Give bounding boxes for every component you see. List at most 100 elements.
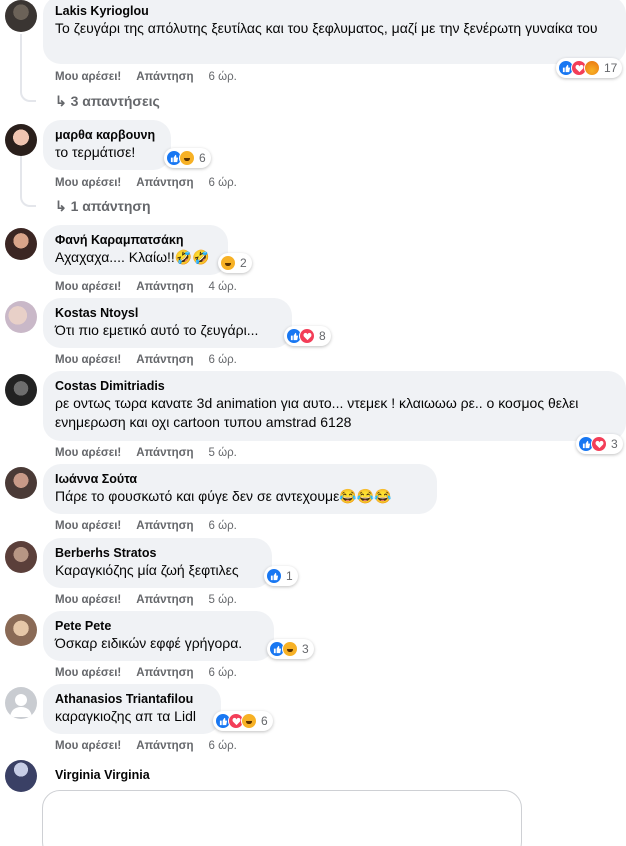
composer-author: Virginia Virginia (55, 768, 150, 782)
reply-link[interactable]: Απάντηση (136, 354, 193, 366)
comment-text: Καραγκιόζης μία ζωή ξεφτιλες (55, 562, 239, 578)
reaction-summary[interactable]: 3 (267, 639, 314, 659)
haha-reaction-icon (220, 255, 236, 271)
like-reaction-icon (266, 568, 282, 584)
like-link[interactable]: Μου αρέσει! (55, 354, 121, 366)
comment-bubble: Costas Dimitriadis ρε οντως τωρα κανατε … (43, 371, 626, 441)
reply-link[interactable]: Απάντηση (136, 667, 193, 679)
reaction-summary[interactable]: 8 (284, 326, 331, 346)
reaction-summary[interactable]: 6 (213, 711, 273, 731)
comment-actions: Μου αρέσει! Απάντηση 6 ώρ. (55, 176, 252, 190)
comment-bubble: Kostas Ntoysl Ότι πιο εμετικό αυτό το ζε… (43, 298, 292, 348)
avatar[interactable] (5, 467, 37, 499)
haha-reaction-icon (282, 641, 298, 657)
comment-author[interactable]: Athanasios Triantafilou (55, 691, 209, 707)
reaction-count: 6 (261, 714, 268, 728)
like-link[interactable]: Μου αρέσει! (55, 667, 121, 679)
comment-author[interactable]: Costas Dimitriadis (55, 378, 614, 394)
reply-link[interactable]: Απάντηση (136, 177, 193, 189)
comment-time[interactable]: 6 ώρ. (209, 177, 237, 189)
comment-time[interactable]: 5 ώρ. (209, 447, 237, 459)
reply-link[interactable]: Απάντηση (136, 740, 193, 752)
comment-bubble: Pete Pete Όσκαρ ειδικών εφφέ γρήγορα. (43, 611, 274, 661)
comment-author[interactable]: Berberhs Stratos (55, 545, 260, 561)
avatar[interactable] (5, 228, 37, 260)
reaction-summary[interactable]: 1 (264, 566, 298, 586)
reply-arrow-icon: ↳ (55, 198, 71, 214)
comment-bubble: μαρθα καρβουνη το τερμάτισε! (43, 120, 171, 170)
comment-actions: Μου αρέσει! Απάντηση 5 ώρ. (55, 446, 252, 460)
comment-time[interactable]: 6 ώρ. (209, 740, 237, 752)
comment-actions: Μου αρέσει! Απάντηση 6 ώρ. (55, 519, 252, 533)
reply-link[interactable]: Απάντηση (136, 71, 193, 83)
like-link[interactable]: Μου αρέσει! (55, 520, 121, 532)
love-reaction-icon (299, 328, 315, 344)
avatar[interactable] (5, 124, 37, 156)
like-link[interactable]: Μου αρέσει! (55, 281, 121, 293)
reaction-count: 6 (199, 151, 206, 165)
avatar[interactable] (5, 541, 37, 573)
avatar[interactable] (5, 0, 37, 32)
comment-time[interactable]: 6 ώρ. (209, 520, 237, 532)
avatar[interactable] (5, 374, 37, 406)
thread-line (20, 34, 36, 102)
reaction-count: 2 (240, 256, 247, 270)
view-replies-link[interactable]: ↳ 1 απάντηση (55, 197, 151, 215)
comment-text: Το ζευγάρι της απόλυτης ξευτίλας και του… (55, 20, 598, 36)
like-link[interactable]: Μου αρέσει! (55, 594, 121, 606)
comment-author[interactable]: Pete Pete (55, 618, 262, 634)
reaction-summary[interactable]: 3 (576, 434, 623, 454)
haha-reaction-icon (241, 713, 257, 729)
reply-link[interactable]: Απάντηση (136, 447, 193, 459)
reaction-count: 3 (611, 437, 618, 451)
comment-text: Όσκαρ ειδικών εφφέ γρήγορα. (55, 635, 243, 651)
comment-text: Αχαχαχα.... Κλαίω!!🤣🤣 (55, 249, 210, 265)
comment-time[interactable]: 5 ώρ. (209, 594, 237, 606)
reaction-count: 8 (319, 329, 326, 343)
comment-author[interactable]: μαρθα καρβουνη (55, 127, 159, 143)
comment-text: ρε οντως τωρα κανατε 3d animation για αυ… (55, 395, 579, 430)
comment-composer[interactable] (42, 790, 522, 846)
reply-arrow-icon: ↳ (55, 93, 71, 109)
reaction-count: 1 (286, 569, 293, 583)
comment-text: το τερμάτισε! (55, 144, 136, 160)
comment-author[interactable]: Kostas Ntoysl (55, 305, 280, 321)
default-avatar-icon[interactable] (5, 687, 37, 719)
comment-author[interactable]: Φανή Καραμπατσάκη (55, 232, 216, 248)
comment-time[interactable]: 6 ώρ. (209, 354, 237, 366)
like-link[interactable]: Μου αρέσει! (55, 71, 121, 83)
replies-count: 1 απάντηση (70, 198, 151, 214)
avatar[interactable] (5, 614, 37, 646)
comment-bubble: Ιωάννα Σούτα Πάρε το φουσκωτό και φύγε δ… (43, 464, 437, 514)
comment-author[interactable]: Lakis Kyrioglou (55, 3, 614, 19)
comment-actions: Μου αρέσει! Απάντηση 6 ώρ. (55, 666, 252, 680)
like-link[interactable]: Μου αρέσει! (55, 177, 121, 189)
comment-author[interactable]: Ιωάννα Σούτα (55, 471, 425, 487)
reply-link[interactable]: Απάντηση (136, 281, 193, 293)
comment-actions: Μου αρέσει! Απάντηση 6 ώρ. (55, 70, 252, 84)
angry-reaction-icon (584, 60, 600, 76)
reaction-summary[interactable]: 17 (556, 58, 623, 78)
avatar[interactable] (5, 301, 37, 333)
comment-time[interactable]: 4 ώρ. (209, 281, 237, 293)
reply-link[interactable]: Απάντηση (136, 520, 193, 532)
reaction-count: 3 (302, 642, 309, 656)
comment-actions: Μου αρέσει! Απάντηση 4 ώρ. (55, 280, 252, 294)
reply-link[interactable]: Απάντηση (136, 594, 193, 606)
reaction-count: 17 (604, 61, 618, 75)
reaction-summary[interactable]: 6 (164, 148, 211, 168)
haha-reaction-icon (179, 150, 195, 166)
reaction-summary[interactable]: 2 (218, 253, 252, 273)
comment-bubble: Lakis Kyrioglou Το ζευγάρι της απόλυτης … (43, 0, 626, 64)
like-link[interactable]: Μου αρέσει! (55, 740, 121, 752)
like-link[interactable]: Μου αρέσει! (55, 447, 121, 459)
comment-time[interactable]: 6 ώρ. (209, 71, 237, 83)
comment-time[interactable]: 6 ώρ. (209, 667, 237, 679)
comment-actions: Μου αρέσει! Απάντηση 6 ώρ. (55, 353, 252, 367)
love-reaction-icon (591, 436, 607, 452)
comment-bubble: Athanasios Triantafilou καραγκιοζης απ τ… (43, 684, 221, 734)
comment-bubble: Berberhs Stratos Καραγκιόζης μία ζωή ξεφ… (43, 538, 272, 588)
view-replies-link[interactable]: ↳ 3 απαντήσεις (55, 92, 160, 110)
avatar[interactable] (5, 760, 37, 792)
comment-bubble: Φανή Καραμπατσάκη Αχαχαχα.... Κλαίω!!🤣🤣 (43, 225, 228, 275)
